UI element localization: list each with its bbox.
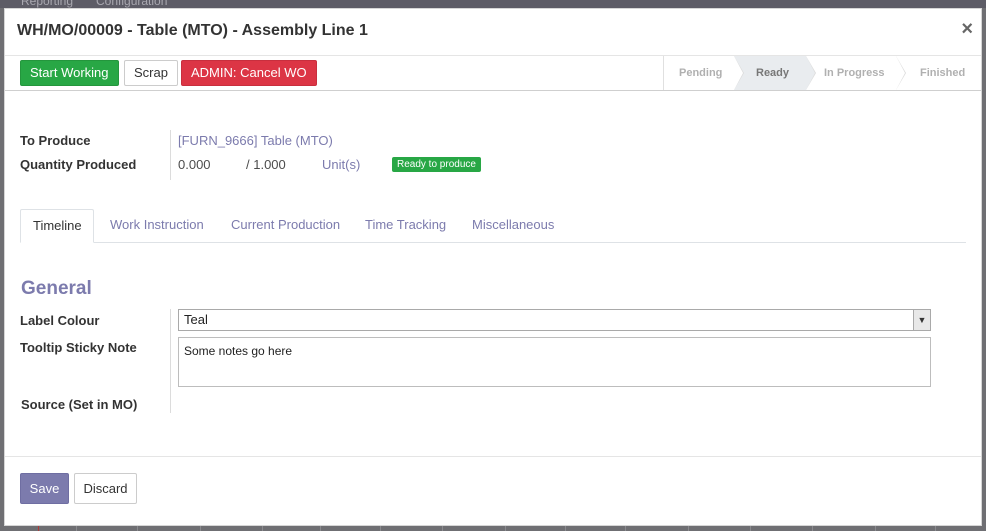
start-working-button[interactable]: Start Working — [20, 60, 119, 86]
dialog-title: WH/MO/00009 - Table (MTO) - Assembly Lin… — [17, 22, 368, 39]
quantity-produced-value[interactable]: 0.000 — [178, 157, 211, 172]
stage-label: Ready — [756, 67, 790, 79]
stage-label: Pending — [679, 67, 723, 79]
to-produce-label: To Produce — [20, 133, 91, 148]
tab-timeline[interactable]: Timeline — [20, 209, 94, 243]
tab-work-instruction[interactable]: Work Instruction — [98, 209, 216, 243]
tab-time-tracking[interactable]: Time Tracking — [353, 209, 458, 243]
stage-pipeline: Pending Ready In Progress Finished — [663, 56, 981, 90]
label-colour-label: Label Colour — [20, 313, 100, 328]
workorder-dialog: WH/MO/00009 - Table (MTO) - Assembly Lin… — [4, 8, 982, 526]
source-label: Source (Set in MO) — [21, 397, 138, 412]
uom-link[interactable]: Unit(s) — [322, 157, 360, 172]
label-colour-value: Teal — [184, 312, 208, 327]
tooltip-sticky-note-textarea[interactable]: Some notes go here — [178, 337, 931, 387]
dialog-header: WH/MO/00009 - Table (MTO) - Assembly Lin… — [5, 9, 981, 56]
discard-button[interactable]: Discard — [74, 473, 137, 504]
stage-finished[interactable]: Finished — [896, 56, 981, 90]
quantity-produced-label: Quantity Produced — [20, 157, 137, 172]
background-menu-reporting: Reporting — [21, 0, 74, 8]
stage-label: Finished — [920, 67, 966, 79]
tooltip-sticky-note-label: Tooltip Sticky Note — [20, 340, 137, 355]
stage-label: In Progress — [824, 67, 885, 79]
chevron-down-icon[interactable]: ▼ — [913, 310, 930, 330]
admin-cancel-wo-button[interactable]: ADMIN: Cancel WO — [181, 60, 317, 86]
stage-pending[interactable]: Pending — [664, 56, 744, 90]
tab-miscellaneous[interactable]: Miscellaneous — [460, 209, 566, 243]
background-menu-configuration: Configuration — [96, 0, 168, 8]
section-title-general: General — [21, 278, 92, 299]
stage-in-progress[interactable]: In Progress — [806, 56, 906, 90]
scrap-button[interactable]: Scrap — [124, 60, 178, 86]
dialog-footer: Save Discard — [5, 456, 981, 526]
field-divider — [170, 309, 171, 413]
label-colour-select[interactable]: Teal ▼ — [178, 309, 931, 331]
quantity-total-value: / 1.000 — [246, 157, 286, 172]
action-statusbar: Start Working Scrap ADMIN: Cancel WO Pen… — [5, 56, 981, 91]
field-divider — [170, 130, 171, 180]
to-produce-link[interactable]: [FURN_9666] Table (MTO) — [178, 133, 333, 148]
background-grid — [0, 526, 986, 531]
close-icon[interactable]: × — [961, 19, 973, 39]
status-badge: Ready to produce — [392, 157, 481, 172]
notebook-tabs: Timeline Work Instruction Current Produc… — [20, 209, 966, 243]
stage-ready[interactable]: Ready — [734, 56, 816, 90]
tab-current-production[interactable]: Current Production — [219, 209, 352, 243]
save-button[interactable]: Save — [20, 473, 69, 504]
background-menu-bar: Reporting Configuration — [0, 0, 986, 8]
